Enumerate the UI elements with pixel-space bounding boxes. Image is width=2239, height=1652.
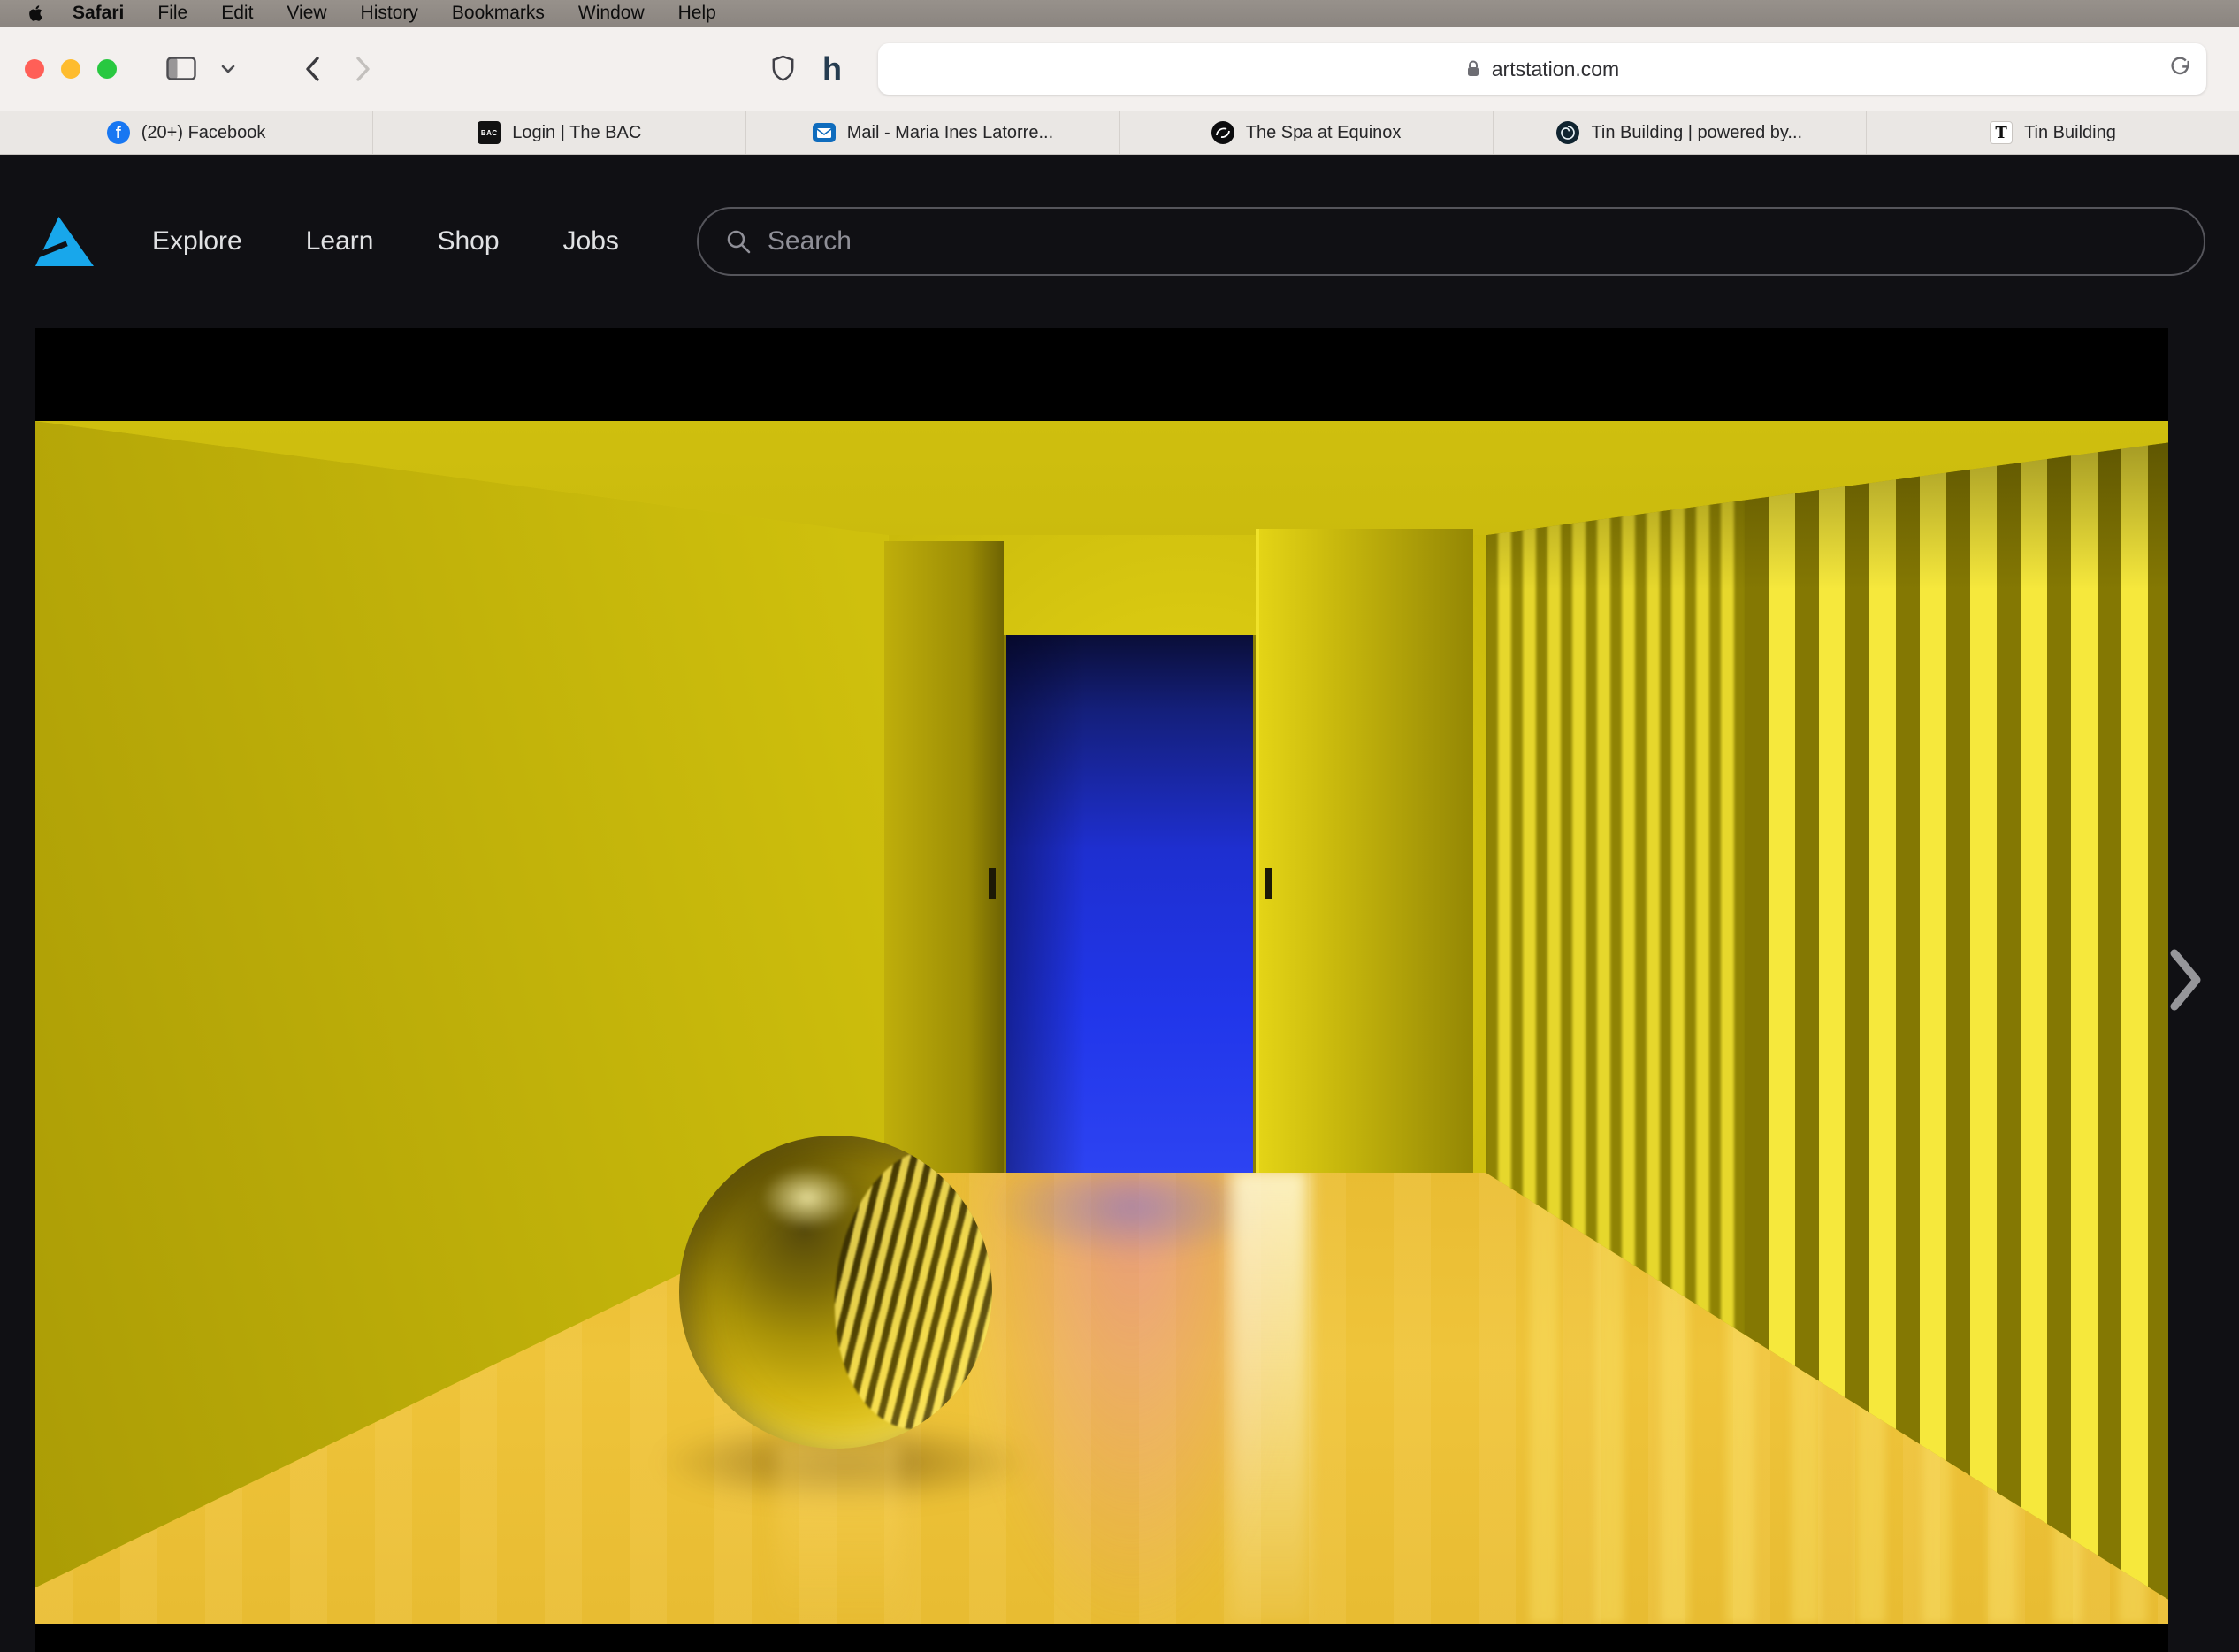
search-input[interactable] [768, 226, 2177, 256]
bac-icon: BAC [478, 121, 501, 144]
nav-jobs[interactable]: Jobs [563, 226, 619, 256]
tab-label: The Spa at Equinox [1246, 123, 1402, 143]
equinox-icon [1211, 121, 1234, 144]
nav-explore[interactable]: Explore [152, 226, 242, 256]
menu-item-safari[interactable]: Safari [56, 0, 141, 27]
zoom-window-button[interactable] [97, 59, 117, 79]
hero-letterbox-top [35, 328, 2168, 421]
forward-button[interactable] [355, 56, 371, 82]
honey-extension-icon[interactable]: h [822, 50, 842, 88]
apple-menu-icon[interactable] [16, 4, 56, 22]
scene-floor-bright-streak [1231, 1168, 1309, 1624]
back-button[interactable] [304, 56, 320, 82]
menu-item-view[interactable]: View [270, 0, 343, 27]
hero-letterbox-bottom [35, 1624, 2168, 1652]
lock-icon [1465, 59, 1481, 80]
scene-sphere-specular-highlight [760, 1166, 854, 1229]
tab-label: Tin Building [2024, 123, 2116, 143]
search-icon [725, 228, 752, 255]
hero-artwork[interactable] [35, 328, 2168, 1652]
artstation-logo-icon[interactable] [35, 217, 94, 266]
tab-bar: f (20+) Facebook BAC Login | The BAC Mai… [0, 111, 2239, 155]
close-window-button[interactable] [25, 59, 44, 79]
sidebar-toggle-icon[interactable] [166, 57, 196, 80]
tin-building-spiral-icon [1556, 121, 1579, 144]
carousel-next-icon[interactable] [2168, 948, 2204, 1012]
site-nav: Explore Learn Shop Jobs [152, 226, 619, 256]
window-controls [25, 59, 117, 79]
menu-item-window[interactable]: Window [562, 0, 661, 27]
tab-tin-building-powered[interactable]: Tin Building | powered by... [1494, 111, 1867, 154]
outlook-mail-icon [813, 121, 836, 144]
scene-right-door-handle [1265, 868, 1272, 899]
tab-bac-login[interactable]: BAC Login | The BAC [373, 111, 746, 154]
scene-left-door-panel [884, 541, 1004, 1182]
scene-blue-doorway [1004, 635, 1256, 1173]
tab-tin-building[interactable]: T Tin Building [1867, 111, 2239, 154]
corridor-render [35, 421, 2168, 1624]
artstation-header: Explore Learn Shop Jobs [0, 155, 2239, 328]
menu-item-bookmarks[interactable]: Bookmarks [435, 0, 562, 27]
macos-menu-bar: Safari File Edit View History Bookmarks … [0, 0, 2239, 27]
tab-label: (20+) Facebook [141, 123, 266, 143]
macos-desktop: Safari File Edit View History Bookmarks … [0, 0, 2239, 1652]
sidebar-chevron-down-icon[interactable] [221, 65, 235, 73]
scene-left-door-handle [989, 868, 996, 899]
tab-facebook[interactable]: f (20+) Facebook [0, 111, 373, 154]
menu-item-edit[interactable]: Edit [204, 0, 270, 27]
address-bar[interactable]: artstation.com [878, 43, 2206, 95]
menu-item-history[interactable]: History [344, 0, 435, 27]
browser-toolbar: h artstation.com [0, 27, 2239, 111]
scene-doorway-shadow [1006, 635, 1253, 1173]
url-text: artstation.com [1492, 57, 1619, 81]
nav-shop[interactable]: Shop [437, 226, 499, 256]
scene-right-door-panel [1256, 529, 1473, 1189]
scene-sphere-reflection [776, 1442, 900, 1624]
tab-label: Login | The BAC [512, 123, 641, 143]
scene-chrome-sphere [679, 1136, 992, 1449]
menu-item-help[interactable]: Help [661, 0, 733, 27]
search-bar[interactable] [697, 207, 2205, 276]
tab-mail[interactable]: Mail - Maria Ines Latorre... [746, 111, 1120, 154]
tab-label: Mail - Maria Ines Latorre... [847, 123, 1053, 143]
menu-item-file[interactable]: File [141, 0, 204, 27]
nav-learn[interactable]: Learn [306, 226, 374, 256]
privacy-shield-icon[interactable] [771, 55, 795, 83]
reload-icon[interactable] [2169, 56, 2192, 86]
facebook-icon: f [107, 121, 130, 144]
tab-equinox-spa[interactable]: The Spa at Equinox [1120, 111, 1494, 154]
tin-building-emblem-icon: T [1990, 121, 2013, 144]
tab-label: Tin Building | powered by... [1591, 123, 1802, 143]
minimize-window-button[interactable] [61, 59, 80, 79]
